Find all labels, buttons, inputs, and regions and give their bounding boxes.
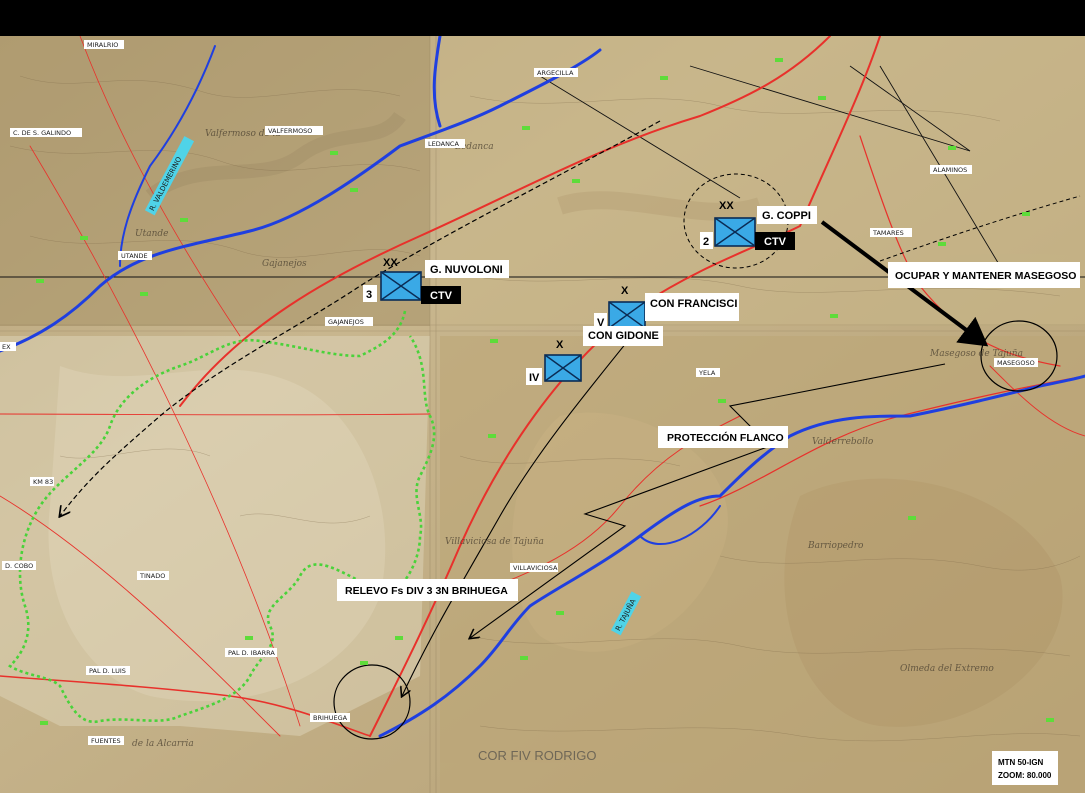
svg-text:YELA: YELA xyxy=(698,369,716,377)
svg-text:3: 3 xyxy=(366,289,372,301)
svg-text:UTANDE: UTANDE xyxy=(121,252,148,260)
echelon-marker: X xyxy=(621,285,629,297)
echelon-marker: XX xyxy=(719,200,734,212)
watermark-text: COR FIV RODRIGO xyxy=(478,748,596,763)
svg-text:RELEVO Fs DIV 3 3N BRIHUEGA: RELEVO Fs DIV 3 3N BRIHUEGA xyxy=(345,585,508,597)
svg-text:VILLAVICIOSA: VILLAVICIOSA xyxy=(513,564,558,572)
svg-text:Barriopedro: Barriopedro xyxy=(807,541,864,551)
place-yela: YELA xyxy=(696,368,720,377)
place-alaminos: ALAMINOS xyxy=(930,165,972,174)
place-brihuega: BRIHUEGA xyxy=(310,713,350,722)
place-km83: KM 83 xyxy=(30,477,54,486)
scale-box: MTN 50-IGN ZOOM: 80.000 xyxy=(992,751,1058,785)
svg-text:Valderrebollo: Valderrebollo xyxy=(812,437,874,447)
place-fuentes: FUENTES xyxy=(88,736,124,745)
svg-text:CON GIDONE: CON GIDONE xyxy=(588,330,659,342)
svg-text:FUENTES: FUENTES xyxy=(91,737,121,745)
place-miralrio: MIRALRIO xyxy=(84,40,124,49)
place-utande: UTANDE xyxy=(118,251,152,260)
place-palluis: PAL D. LUIS xyxy=(86,666,130,675)
svg-text:IV: IV xyxy=(529,372,540,384)
svg-text:PAL D. IBARRA: PAL D. IBARRA xyxy=(228,649,275,657)
place-masegoso: MASEGOSO xyxy=(994,358,1038,367)
place-villaviciosa: VILLAVICIOSA xyxy=(510,563,558,572)
svg-text:MASEGOSO: MASEGOSO xyxy=(997,359,1035,367)
svg-text:Olmeda del Extremo: Olmeda del Extremo xyxy=(900,664,994,674)
place-valfermoso: VALFERMOSO xyxy=(265,126,323,135)
echelon-marker: X xyxy=(556,339,564,351)
annotation-ocupar: OCUPAR Y MANTENER MASEGOSO xyxy=(888,262,1080,288)
echelon-marker: XX xyxy=(383,257,398,269)
svg-text:EX: EX xyxy=(2,343,11,351)
svg-text:BRIHUEGA: BRIHUEGA xyxy=(313,714,348,722)
svg-text:Utande: Utande xyxy=(135,229,168,239)
place-olcobo: D. COBO xyxy=(2,561,36,570)
infantry-symbol xyxy=(608,301,646,329)
svg-text:G. COPPI: G. COPPI xyxy=(762,210,811,222)
svg-text:G. NUVOLONI: G. NUVOLONI xyxy=(430,264,503,276)
svg-text:VALFERMOSO: VALFERMOSO xyxy=(268,127,312,135)
svg-text:ALAMINOS: ALAMINOS xyxy=(933,166,967,174)
infantry-symbol xyxy=(544,354,582,382)
svg-text:MIRALRIO: MIRALRIO xyxy=(87,41,118,49)
svg-text:Villaviciosa de Tajuña: Villaviciosa de Tajuña xyxy=(445,537,544,547)
map-screen: Ledanca Gajanejos Valfermoso de la Maseg… xyxy=(0,0,1085,793)
military-map: Ledanca Gajanejos Valfermoso de la Maseg… xyxy=(0,36,1085,793)
svg-text:PROTECCIÓN FLANCO: PROTECCIÓN FLANCO xyxy=(667,431,784,444)
annotation-proteccion: PROTECCIÓN FLANCO xyxy=(658,426,788,448)
svg-text:D. COBO: D. COBO xyxy=(5,562,33,570)
place-arroyo: ARGECILLA xyxy=(534,68,578,77)
infantry-symbol xyxy=(714,217,756,247)
svg-text:GAJANEJOS: GAJANEJOS xyxy=(328,318,364,326)
svg-text:KM 83: KM 83 xyxy=(33,478,53,486)
svg-text:Masegoso de Tajuña: Masegoso de Tajuña xyxy=(929,349,1023,359)
place-galindo: C. DE S. GALINDO xyxy=(10,128,82,137)
svg-text:TAMARES: TAMARES xyxy=(872,229,904,237)
svg-text:ARGECILLA: ARGECILLA xyxy=(537,69,574,77)
svg-text:LEDANCA: LEDANCA xyxy=(428,140,459,148)
place-tinado: TINADO xyxy=(137,571,169,580)
place-tamares: TAMARES xyxy=(870,228,912,237)
svg-text:CTV: CTV xyxy=(764,236,787,248)
svg-text:CON FRANCISCI: CON FRANCISCI xyxy=(650,298,737,310)
place-gajanejos: GAJANEJOS xyxy=(325,317,373,326)
svg-text:ZOOM: 80.000: ZOOM: 80.000 xyxy=(998,771,1052,780)
place-ex: EX xyxy=(0,342,16,351)
svg-text:C. DE S. GALINDO: C. DE S. GALINDO xyxy=(13,129,71,137)
place-ledanca: LEDANCA xyxy=(425,139,465,148)
svg-text:de la Alcarria: de la Alcarria xyxy=(132,739,194,749)
svg-text:Gajanejos: Gajanejos xyxy=(262,259,307,269)
svg-text:2: 2 xyxy=(703,236,709,248)
svg-text:CTV: CTV xyxy=(430,290,453,302)
annotation-relevo: RELEVO Fs DIV 3 3N BRIHUEGA xyxy=(337,579,518,601)
svg-text:PAL D. LUIS: PAL D. LUIS xyxy=(89,667,126,675)
place-palibarra: PAL D. IBARRA xyxy=(225,648,277,657)
svg-text:TINADO: TINADO xyxy=(139,572,165,580)
svg-text:MTN 50-IGN: MTN 50-IGN xyxy=(998,758,1044,767)
infantry-symbol xyxy=(380,271,422,301)
svg-text:OCUPAR Y MANTENER MASEGOSO: OCUPAR Y MANTENER MASEGOSO xyxy=(895,270,1076,282)
